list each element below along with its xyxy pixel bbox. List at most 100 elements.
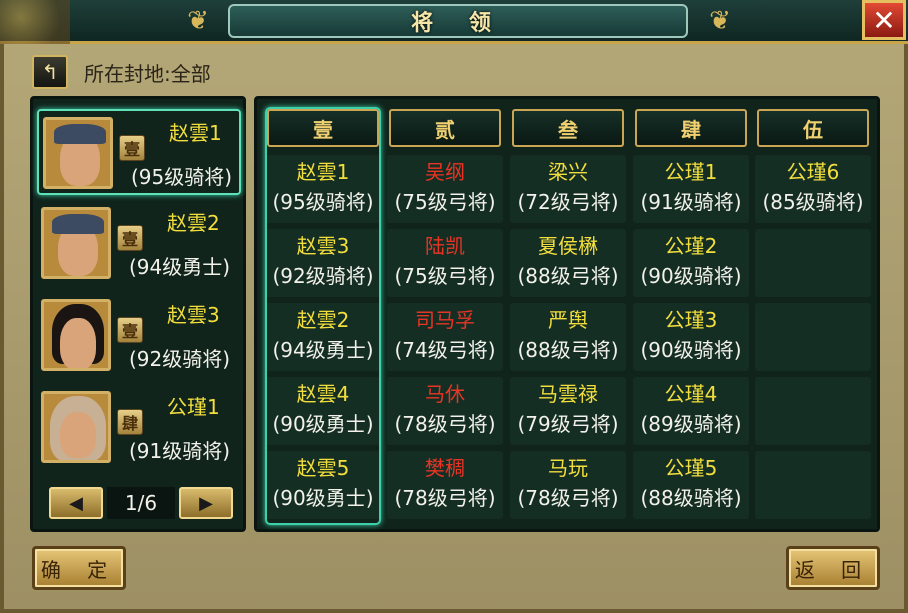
cell-general-name: 公瑾6 xyxy=(786,160,840,184)
formation-cell[interactable]: 公瑾3 (90级骑将) xyxy=(633,303,749,371)
general-item[interactable]: 壹 赵雲2 (94级勇士) xyxy=(37,201,241,287)
close-button[interactable]: ✕ xyxy=(862,0,906,40)
cell-general-name: 马雲禄 xyxy=(538,382,598,406)
cell-general-level: (90级勇士) xyxy=(272,412,374,436)
cell-general-name: 公瑾2 xyxy=(664,234,718,258)
window-title: 将 领 xyxy=(411,11,505,36)
cell-general-name: 公瑾5 xyxy=(664,456,718,480)
corner-ornament xyxy=(0,0,70,44)
cell-general-name: 司马孚 xyxy=(415,308,475,332)
cell-general-level: (92级骑将) xyxy=(272,264,374,288)
formation-cell[interactable]: 马玩 (78级弓将) xyxy=(510,451,626,519)
arrow-right-icon: ▶ xyxy=(199,492,213,514)
general-portrait xyxy=(43,117,113,189)
cell-general-level: (78级弓将) xyxy=(394,486,496,510)
formation-cell[interactable]: 公瑾2 (90级骑将) xyxy=(633,229,749,297)
cell-general-level: (95级骑将) xyxy=(272,190,374,214)
page-indicator: 1/6 xyxy=(107,487,175,519)
cell-general-name: 赵雲4 xyxy=(296,382,350,406)
formation-panel: 壹 贰 叁 肆 伍 赵雲1 (95级骑将) 赵雲3 (92级骑将) 赵雲2 (94级勇士)… xyxy=(254,96,880,532)
formation-cell[interactable]: 陆凯 (75级弓将) xyxy=(387,229,503,297)
formation-cell[interactable]: 马雲禄 (79级弓将) xyxy=(510,377,626,445)
empty-formation-cell[interactable] xyxy=(755,229,871,297)
general-item[interactable]: 壹 赵雲1 (95级骑将) xyxy=(37,109,241,195)
formation-cell[interactable]: 赵雲2 (94级勇士) xyxy=(265,303,381,371)
formation-cell[interactable]: 司马孚 (74级弓将) xyxy=(387,303,503,371)
cell-general-name: 樊稠 xyxy=(425,456,465,480)
general-item[interactable]: 肆 公瑾1 (91级骑将) xyxy=(37,385,241,471)
formation-cell[interactable]: 公瑾4 (89级骑将) xyxy=(633,377,749,445)
cell-general-level: (88级弓将) xyxy=(517,264,619,288)
column-header[interactable]: 叁 xyxy=(512,109,624,147)
empty-formation-cell[interactable] xyxy=(755,377,871,445)
cell-general-level: (91级骑将) xyxy=(640,190,742,214)
rank-badge: 壹 xyxy=(117,317,143,343)
cell-general-name: 严舆 xyxy=(548,308,588,332)
next-page-button[interactable]: ▶ xyxy=(179,487,233,519)
confirm-button[interactable]: 确 定 xyxy=(32,546,126,590)
formation-cell[interactable]: 赵雲3 (92级骑将) xyxy=(265,229,381,297)
formation-cell[interactable]: 公瑾1 (91级骑将) xyxy=(633,155,749,223)
cell-general-name: 赵雲3 xyxy=(296,234,350,258)
back-button[interactable]: ↰ xyxy=(32,55,68,89)
formation-cell[interactable]: 赵雲4 (90级勇士) xyxy=(265,377,381,445)
cell-general-level: (88级骑将) xyxy=(640,486,742,510)
cell-general-level: (90级勇士) xyxy=(272,486,374,510)
cell-general-name: 赵雲2 xyxy=(296,308,350,332)
general-level: (94级勇士) xyxy=(129,255,231,279)
formation-cell[interactable]: 樊稠 (78级弓将) xyxy=(387,451,503,519)
general-name: 赵雲3 xyxy=(167,303,220,327)
cell-general-level: (78级弓将) xyxy=(517,486,619,510)
cell-general-level: (88级弓将) xyxy=(517,338,619,362)
formation-cell[interactable]: 梁兴 (72级弓将) xyxy=(510,155,626,223)
cell-general-level: (89级骑将) xyxy=(640,412,742,436)
formation-cell[interactable]: 公瑾6 (85级骑将) xyxy=(755,155,871,223)
general-list-panel: 壹 赵雲1 (95级骑将) 壹 赵雲2 (94级勇士) 壹 赵雲3 (92级骑将… xyxy=(30,96,246,532)
formation-cell[interactable]: 赵雲1 (95级骑将) xyxy=(265,155,381,223)
arrow-left-icon: ◀ xyxy=(69,492,83,514)
dragon-ornament-left-icon: ❦ xyxy=(187,6,209,36)
title-plate: 将 领 xyxy=(228,4,688,38)
general-name: 赵雲1 xyxy=(169,121,222,145)
formation-cell[interactable]: 赵雲5 (90级勇士) xyxy=(265,451,381,519)
general-level: (95级骑将) xyxy=(131,165,233,189)
prev-page-button[interactable]: ◀ xyxy=(49,487,103,519)
cell-general-level: (85级骑将) xyxy=(762,190,864,214)
cell-general-level: (94级勇士) xyxy=(272,338,374,362)
cell-general-name: 公瑾1 xyxy=(664,160,718,184)
general-portrait xyxy=(41,299,111,371)
cell-general-name: 赵雲5 xyxy=(296,456,350,480)
cell-general-name: 马休 xyxy=(425,382,465,406)
back-arrow-icon: ↰ xyxy=(41,60,59,84)
return-button[interactable]: 返 回 xyxy=(786,546,880,590)
column-header[interactable]: 贰 xyxy=(389,109,501,147)
cell-general-name: 吴纲 xyxy=(425,160,465,184)
general-name: 公瑾1 xyxy=(167,395,220,419)
general-level: (91级骑将) xyxy=(129,439,231,463)
empty-formation-cell[interactable] xyxy=(755,303,871,371)
column-header[interactable]: 壹 xyxy=(267,109,379,147)
cell-general-name: 梁兴 xyxy=(548,160,588,184)
dragon-ornament-right-icon: ❦ xyxy=(709,6,731,36)
cell-general-level: (75级弓将) xyxy=(394,264,496,288)
cell-general-name: 公瑾4 xyxy=(664,382,718,406)
formation-cell[interactable]: 马休 (78级弓将) xyxy=(387,377,503,445)
cell-general-level: (78级弓将) xyxy=(394,412,496,436)
formation-cell[interactable]: 严舆 (88级弓将) xyxy=(510,303,626,371)
title-bar: ❦ 将 领 ❦ ✕ xyxy=(0,0,908,44)
cell-general-name: 赵雲1 xyxy=(296,160,350,184)
cell-general-level: (90级骑将) xyxy=(640,264,742,288)
empty-formation-cell[interactable] xyxy=(755,451,871,519)
pager: ◀ 1/6 ▶ xyxy=(49,487,235,519)
fief-filter-label[interactable]: 所在封地:全部 xyxy=(84,58,211,87)
formation-cell[interactable]: 夏侯楙 (88级弓将) xyxy=(510,229,626,297)
column-header[interactable]: 伍 xyxy=(757,109,869,147)
rank-badge: 壹 xyxy=(117,225,143,251)
column-header[interactable]: 肆 xyxy=(635,109,747,147)
cell-general-level: (72级弓将) xyxy=(517,190,619,214)
cell-general-name: 马玩 xyxy=(548,456,588,480)
general-item[interactable]: 壹 赵雲3 (92级骑将) xyxy=(37,293,241,379)
formation-cell[interactable]: 吴纲 (75级弓将) xyxy=(387,155,503,223)
general-portrait xyxy=(41,207,111,279)
formation-cell[interactable]: 公瑾5 (88级骑将) xyxy=(633,451,749,519)
